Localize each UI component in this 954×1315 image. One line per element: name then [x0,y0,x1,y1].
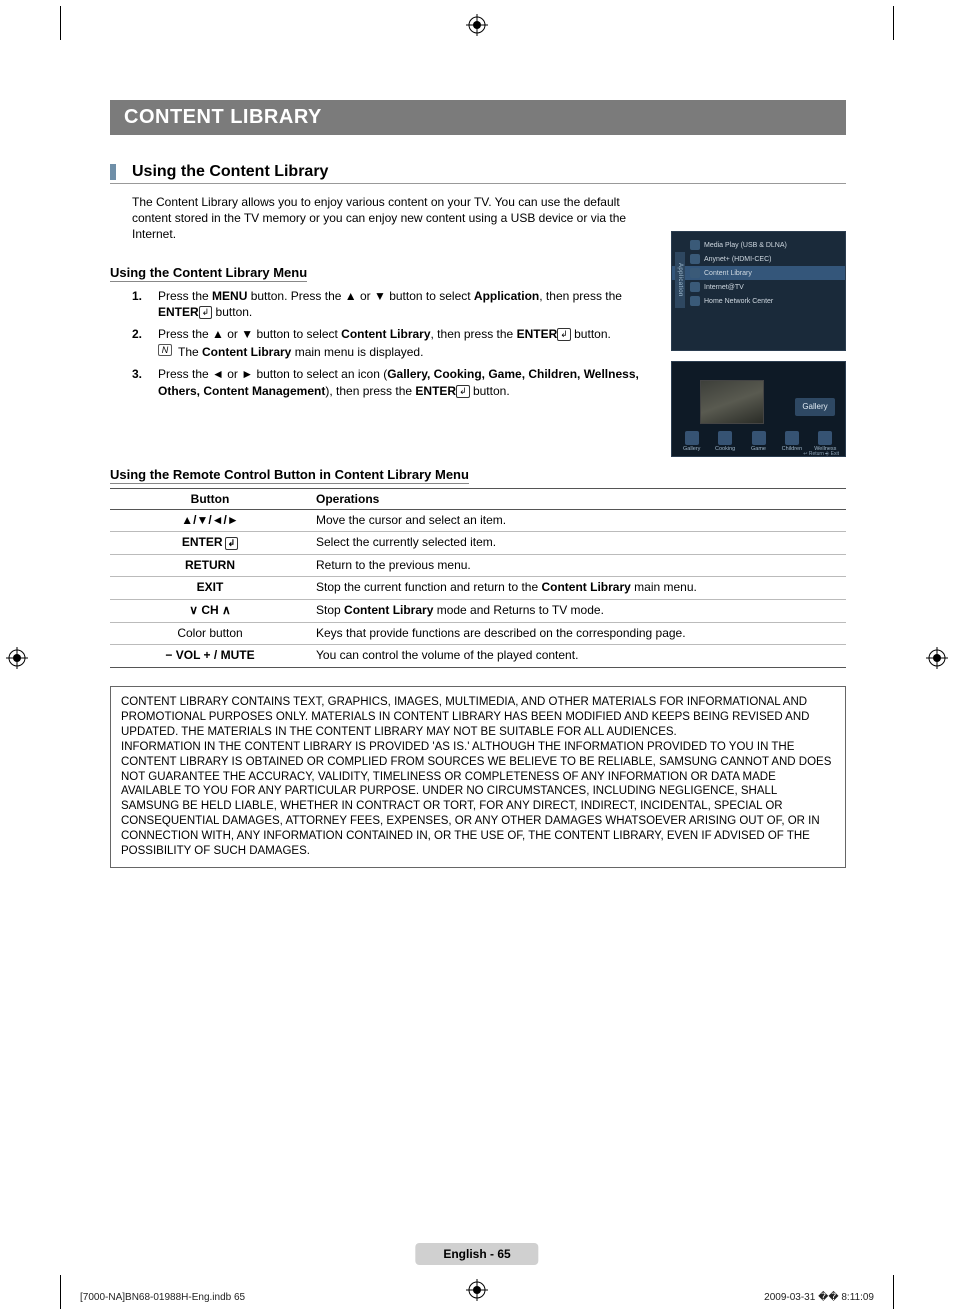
table-row: ENTER↲Select the currently selected item… [110,532,846,555]
table-cell-button: ▲/▼/◄/► [110,509,310,532]
screenshot2-preview [700,380,764,424]
enter-icon: ↲ [199,306,213,319]
screenshot2-icon: Wellness [810,431,841,452]
menu-item-label: Internet@TV [704,284,744,291]
enter-icon: ↲ [225,537,239,550]
category-icon [718,431,732,445]
step-body: Press the ◄ or ► button to select an ico… [158,366,646,398]
category-icon [818,431,832,445]
screenshot-column: Application Media Play (USB & DLNA) Anyne… [671,231,846,467]
table-row: RETURNReturn to the previous menu. [110,554,846,577]
table-cell-button: EXIT [110,577,310,600]
table-cell-operation: Move the cursor and select an item. [310,509,846,532]
table-cell-operation: You can control the volume of the played… [310,645,846,668]
screenshot2-icon: Cooking [709,431,740,452]
screenshot1-menu-item: Internet@TV [672,280,845,294]
menu-item-icon [690,296,700,306]
step-note: NThe Content Library main menu is displa… [158,344,611,360]
screenshot1-menu-item: Media Play (USB & DLNA) [672,238,845,252]
screenshot2-badge: Gallery [795,398,835,416]
step-body: Press the ▲ or ▼ button to select Conten… [158,326,611,360]
footer-meta: [7000-NA]BN68-01988H-Eng.indb 65 2009-03… [80,1292,874,1303]
category-icon [785,431,799,445]
table-cell-button: ∨ CH ∧ [110,600,310,623]
table-cell-operation: Keys that provide functions are describe… [310,622,846,645]
footer-timestamp: 2009-03-31 �� 8:11:09 [764,1292,874,1303]
screenshot1-side-tab: Application [675,252,685,308]
table-cell-button: − VOL + / MUTE [110,645,310,668]
menu-item-label: Home Network Center [704,298,773,305]
crop-mark [893,1275,894,1309]
step-number: 1. [132,288,148,320]
category-icon [685,431,699,445]
step-body: Press the MENU button. Press the ▲ or ▼ … [158,288,646,320]
menu-item-label: Anynet+ (HDMI-CEC) [704,256,771,263]
step-number: 2. [132,326,148,360]
disclaimer-paragraph: INFORMATION IN THE CONTENT LIBRARY IS PR… [121,740,835,860]
screenshot1-menu-item: Anynet+ (HDMI-CEC) [672,252,845,266]
table-cell-operation: Return to the previous menu. [310,554,846,577]
table-row: ▲/▼/◄/►Move the cursor and select an ite… [110,509,846,532]
table-head-operations: Operations [310,488,846,509]
screenshot2-icon: Gallery [676,431,707,452]
table-cell-button: Color button [110,622,310,645]
table-row: ∨ CH ∧Stop Content Library mode and Retu… [110,600,846,623]
category-label: Game [743,446,774,452]
menu-item-icon [690,240,700,250]
enter-icon: ↲ [456,385,470,398]
menu-item-label: Media Play (USB & DLNA) [704,242,787,249]
registration-mark-top [466,14,488,36]
table-cell-operation: Select the currently selected item. [310,532,846,555]
screenshot1-menu-item: Home Network Center [672,294,845,308]
menu-item-icon [690,282,700,292]
step-item: 1. Press the MENU button. Press the ▲ or … [132,288,646,320]
screenshot2-footer: ↩ Return ⎆ Exit [803,451,839,457]
crop-mark [60,1275,61,1309]
registration-mark-right [926,647,948,669]
disclaimer-box: CONTENT LIBRARY CONTAINS TEXT, GRAPHICS,… [110,686,846,868]
registration-mark-left [6,647,28,669]
table-cell-button: ENTER↲ [110,532,310,555]
table-cell-operation: Stop Content Library mode and Returns to… [310,600,846,623]
footer-filename: [7000-NA]BN68-01988H-Eng.indb 65 [80,1292,245,1303]
menu-item-label: Content Library [704,270,752,277]
note-icon: N [158,344,172,356]
step-item: 3. Press the ◄ or ► button to select an i… [132,366,646,398]
crop-mark [893,6,894,40]
remote-buttons-table: Button Operations ▲/▼/◄/►Move the cursor… [110,488,846,668]
screenshot2-icon: Game [743,431,774,452]
table-head-button: Button [110,488,310,509]
disclaimer-paragraph: CONTENT LIBRARY CONTAINS TEXT, GRAPHICS,… [121,695,835,740]
page-content: CONTENT LIBRARY Using the Content Librar… [110,100,846,1265]
step-item: 2. Press the ▲ or ▼ button to select Cont… [132,326,646,360]
table-cell-operation: Stop the current function and return to … [310,577,846,600]
category-icon [752,431,766,445]
screenshot2-icon: Children [776,431,807,452]
enter-icon: ↲ [557,328,571,341]
step-number: 3. [132,366,148,398]
table-row: − VOL + / MUTEYou can control the volume… [110,645,846,668]
category-label: Cooking [709,446,740,452]
screenshot-content-library: Gallery GalleryCookingGameChildrenWellne… [671,361,846,457]
table-row: EXITStop the current function and return… [110,577,846,600]
screenshot1-menu-item: Content Library [672,266,845,280]
screenshot-application-menu: Application Media Play (USB & DLNA) Anyne… [671,231,846,351]
subheading-remote: Using the Remote Control Button in Conte… [110,467,469,484]
table-cell-button: RETURN [110,554,310,577]
crop-mark [60,6,61,40]
category-label: Gallery [676,446,707,452]
section-heading: Using the Content Library [110,163,846,184]
menu-item-icon [690,268,700,278]
chapter-title: CONTENT LIBRARY [110,100,846,135]
subheading-menu: Using the Content Library Menu [110,265,307,282]
menu-item-icon [690,254,700,264]
table-row: Color buttonKeys that provide functions … [110,622,846,645]
page-number: English - 65 [415,1243,538,1265]
